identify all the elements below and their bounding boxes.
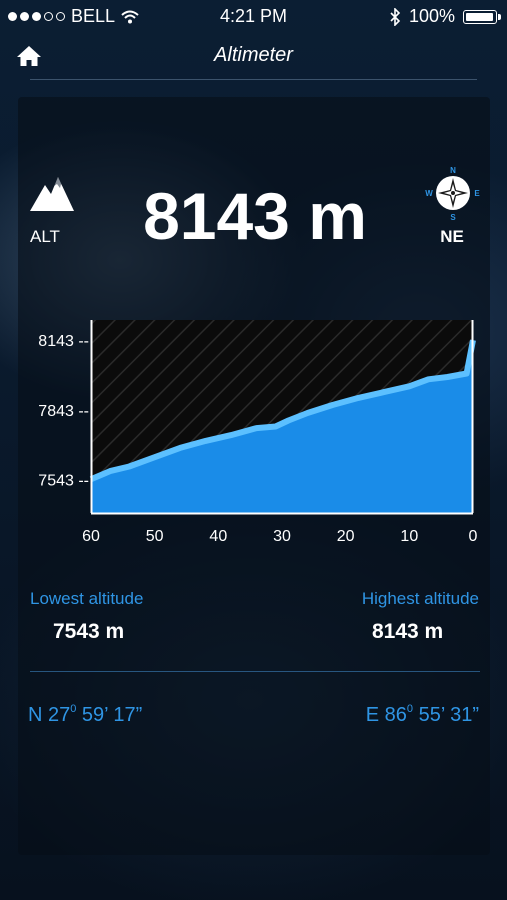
x-tick-label: 40 [209,528,227,545]
compass-n: N [450,166,456,175]
altitude-value: 8143 m [143,179,367,253]
latitude-prefix: N 27 [28,704,71,726]
compass-w: W [425,189,433,198]
battery-icon [463,9,501,24]
alt-label: ALT [30,227,60,246]
bluetooth-icon [390,7,401,26]
x-tick-label: 20 [337,528,355,545]
status-bar: BELL 4:21 PM 100% [0,0,507,34]
nav-bar: Altimeter [0,34,507,80]
highest-altitude-value: 8143 m [372,620,444,643]
lowest-altitude-label: Lowest altitude [30,589,144,608]
x-tick-label: 30 [273,528,291,545]
status-right: 100% [389,6,501,27]
page-title: Altimeter [214,44,293,66]
mountain-icon [30,177,74,211]
y-tick-label: 8143 -- [38,333,89,350]
longitude: E 860 55’ 31” [366,703,479,727]
longitude-rest: 55’ 31” [413,704,479,726]
latitude: N 270 59’ 17” [28,703,142,727]
y-tick-label: 7543 -- [38,473,89,490]
nav-divider [30,79,477,80]
altitude-chart: 60 50 40 30 20 10 0 8143 -- 7843 -- 7543 -- [38,320,478,545]
stats-divider [30,671,480,672]
x-tick-label: 0 [469,528,478,545]
x-tick-label: 10 [400,528,418,545]
x-tick-label: 60 [82,528,100,545]
compass-s: S [450,213,456,222]
longitude-prefix: E 86 [365,704,407,726]
y-tick-label: 7843 -- [38,403,89,420]
battery-percent: 100% [408,6,455,26]
highest-altitude-label: Highest altitude [361,589,479,608]
x-tick-label: 50 [146,528,164,545]
latitude-rest: 59’ 17” [76,704,143,726]
lowest-altitude-value: 7543 m [53,620,125,643]
compass-icon: N E S W [425,166,480,222]
direction-label: NE [440,227,464,246]
compass-e: E [474,189,480,198]
